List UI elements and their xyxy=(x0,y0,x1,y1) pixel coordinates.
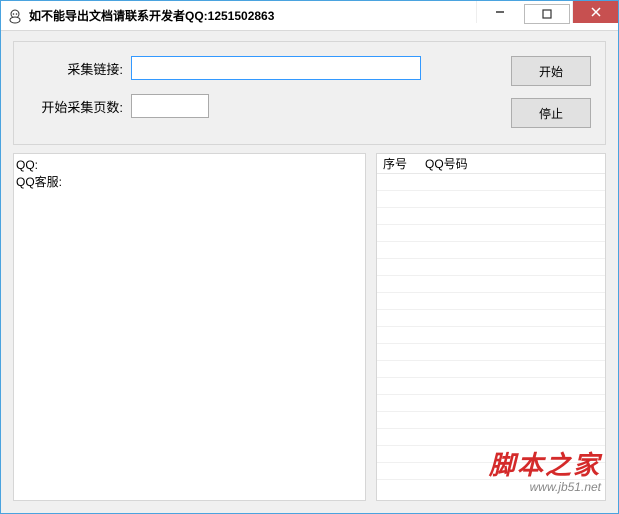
pages-input[interactable] xyxy=(131,94,209,118)
table-body[interactable] xyxy=(377,174,605,500)
table-row xyxy=(377,293,605,310)
table-row xyxy=(377,429,605,446)
table-row xyxy=(377,463,605,480)
input-panel: 采集链接: 开始采集页数: 开始 停止 xyxy=(13,41,606,145)
content-area: 采集链接: 开始采集页数: 开始 停止 序号 QQ号码 xyxy=(1,31,618,513)
table-row xyxy=(377,412,605,429)
table-row xyxy=(377,276,605,293)
results-panel: 序号 QQ号码 xyxy=(13,153,606,501)
table-row xyxy=(377,344,605,361)
table-row xyxy=(377,327,605,344)
table-row xyxy=(377,361,605,378)
minimize-button[interactable] xyxy=(476,1,522,23)
url-row: 采集链接: xyxy=(28,56,501,80)
table-row xyxy=(377,310,605,327)
app-icon xyxy=(7,8,23,24)
log-panel xyxy=(13,153,366,501)
window-title: 如不能导出文档请联系开发者QQ:1251502863 xyxy=(29,7,476,24)
table-header: 序号 QQ号码 xyxy=(377,154,605,174)
button-column: 开始 停止 xyxy=(511,56,591,128)
table-row xyxy=(377,174,605,191)
table-row xyxy=(377,191,605,208)
table-row xyxy=(377,242,605,259)
table-row xyxy=(377,395,605,412)
table-row xyxy=(377,446,605,463)
close-button[interactable] xyxy=(572,1,618,23)
log-textarea[interactable] xyxy=(16,157,363,498)
start-button[interactable]: 开始 xyxy=(511,56,591,86)
stop-button[interactable]: 停止 xyxy=(511,98,591,128)
col-index: 序号 xyxy=(383,155,425,172)
table-row xyxy=(377,225,605,242)
url-input[interactable] xyxy=(131,56,421,80)
maximize-button[interactable] xyxy=(524,4,570,24)
results-table: 序号 QQ号码 xyxy=(376,153,606,501)
url-label: 采集链接: xyxy=(28,59,123,78)
pages-row: 开始采集页数: xyxy=(28,94,501,118)
titlebar[interactable]: 如不能导出文档请联系开发者QQ:1251502863 xyxy=(1,1,618,31)
app-window: 如不能导出文档请联系开发者QQ:1251502863 采集链接: 开始采集页数: xyxy=(0,0,619,514)
table-row xyxy=(377,208,605,225)
window-controls xyxy=(476,1,618,30)
pages-label: 开始采集页数: xyxy=(28,97,123,116)
table-row xyxy=(377,378,605,395)
col-qq: QQ号码 xyxy=(425,155,605,172)
table-row xyxy=(377,259,605,276)
form-column: 采集链接: 开始采集页数: xyxy=(28,56,501,128)
